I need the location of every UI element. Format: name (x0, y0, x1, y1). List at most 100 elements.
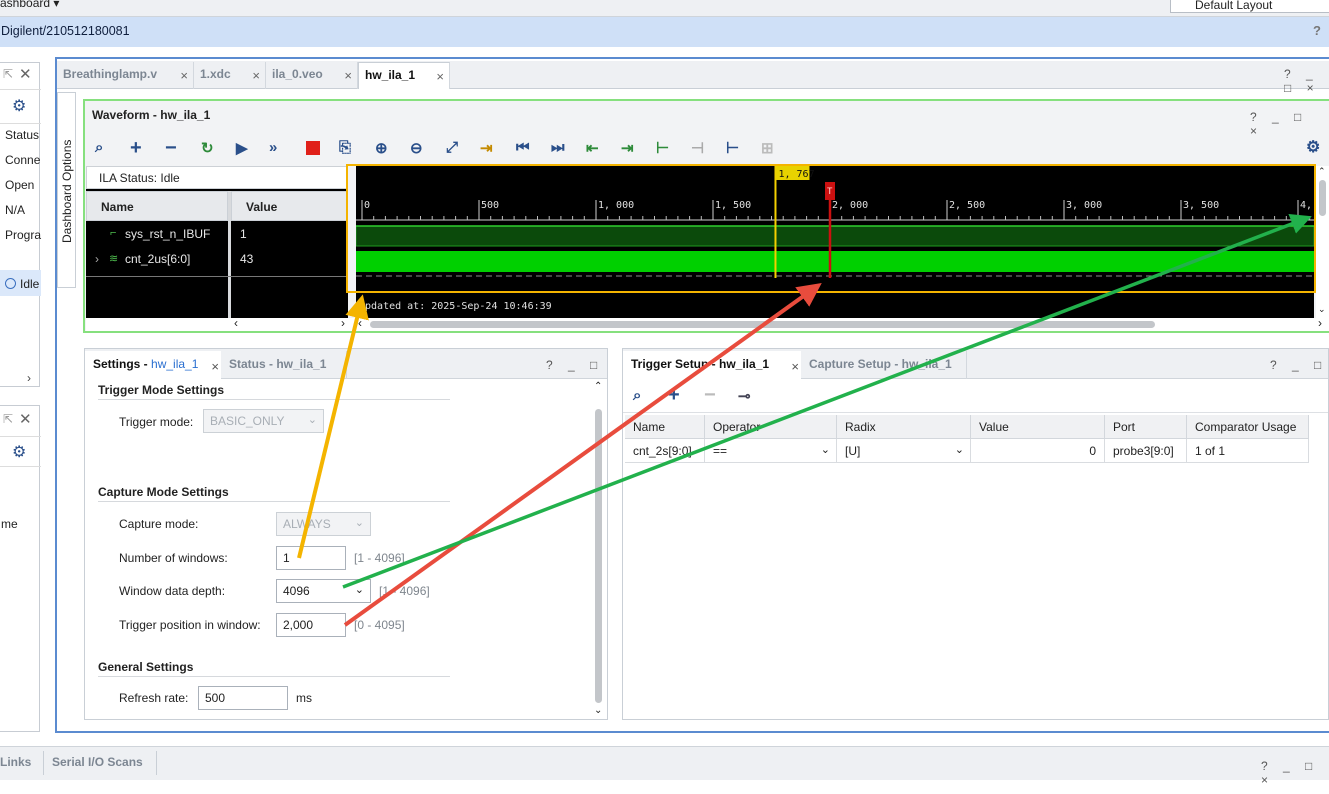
scroll-left-icon[interactable]: ‹ (358, 316, 362, 330)
bit-signal-icon: ⌐ (110, 227, 117, 239)
signal-name[interactable]: sys_rst_n_IBUF (125, 227, 210, 241)
dashboard-options-tab[interactable]: Dashboard Options (57, 92, 76, 288)
column-value[interactable]: Value (971, 415, 1105, 439)
list-item[interactable]: Conne (5, 153, 40, 167)
depth-label: Window data depth: (119, 584, 226, 598)
close-icon[interactable]: × (791, 359, 799, 374)
layout-select[interactable]: Default Layout (1170, 0, 1329, 13)
add-icon[interactable]: + (668, 384, 680, 407)
scroll-up-icon[interactable]: ⌃ (1318, 166, 1326, 177)
windows-label: Number of windows: (119, 551, 228, 565)
add-icon[interactable]: + (130, 137, 142, 160)
v-scroll[interactable]: ⌃ ⌄ (1316, 166, 1329, 318)
h-scroll[interactable]: ‹ › (356, 316, 1329, 331)
value-input[interactable]: 0 (971, 439, 1105, 463)
dashboard-options-label: Dashboard Options (60, 139, 74, 243)
scroll-down-icon[interactable]: ⌄ (1318, 304, 1326, 315)
scroll-right-icon[interactable]: › (27, 371, 31, 385)
next-transition-icon[interactable]: ⇥ (621, 139, 634, 157)
signal-name[interactable]: cnt_2us[6:0] (125, 252, 190, 266)
radix-select[interactable]: [U] ⌄ (837, 439, 971, 463)
tab-capture-setup[interactable]: Capture Setup - hw_ila_1 (801, 351, 967, 379)
cell-port: probe3[9:0] (1105, 439, 1187, 463)
window-controls[interactable]: ? _ □ (1270, 358, 1327, 372)
h-scroll-thumb[interactable] (370, 321, 1155, 328)
go-to-cursor-icon[interactable]: ⇥ (480, 139, 493, 157)
status-idle: Idle (20, 277, 40, 291)
export-icon[interactable]: ⎘ (339, 139, 351, 156)
refresh-rate-input[interactable]: 500 (198, 686, 288, 710)
refresh-rate-unit: ms (296, 691, 312, 705)
signal-value: 1 (240, 227, 247, 241)
column-value[interactable]: Value (231, 191, 348, 221)
refresh-icon[interactable]: ↻ (201, 139, 214, 157)
column-comparator[interactable]: Comparator Usage (1187, 415, 1309, 439)
v-scroll-thumb[interactable] (595, 409, 602, 703)
tab-serial-io-scans[interactable]: Serial I/O Scans (52, 755, 143, 769)
go-to-end-icon[interactable]: ⏭ (551, 139, 565, 156)
list-item[interactable]: Status (5, 128, 39, 142)
signal-value: 43 (240, 252, 254, 266)
scroll-down-icon[interactable]: ⌄ (594, 705, 602, 716)
close-icon[interactable]: ✕ (19, 410, 32, 428)
tab-links[interactable]: Links (0, 755, 31, 769)
column-name[interactable]: Name (86, 191, 228, 221)
remove-icon[interactable]: − (165, 137, 177, 160)
divider (98, 501, 450, 502)
scroll-right-icon[interactable]: › (341, 316, 345, 330)
previous-transition-icon[interactable]: ⇤ (586, 139, 599, 157)
help-icon[interactable]: ? (1313, 23, 1321, 38)
list-item[interactable]: Open (5, 178, 34, 192)
v-scroll-thumb[interactable] (1319, 180, 1326, 216)
divider (98, 399, 450, 400)
gear-icon[interactable]: ⚙ (12, 96, 26, 116)
column-port[interactable]: Port (1105, 415, 1187, 439)
zoom-fit-icon[interactable]: ⤢ (446, 139, 458, 156)
refresh-rate-label: Refresh rate: (119, 691, 189, 705)
go-to-start-icon[interactable]: ⏮ (516, 139, 530, 156)
settings-panel: Settings - hw_ila_1 × Status - hw_ila_1 … (84, 348, 608, 720)
column-name[interactable]: Name (625, 415, 705, 439)
condition-icon[interactable]: ⊸ (738, 387, 751, 405)
window-controls[interactable]: ? _ □ × (1261, 759, 1329, 787)
search-icon[interactable]: ⌕ (95, 139, 103, 156)
run-trigger-icon[interactable]: ▶ (236, 139, 248, 157)
gear-icon[interactable]: ⚙ (12, 442, 26, 462)
dashboard-menu[interactable]: ashboard ▾ (0, 0, 59, 10)
close-icon[interactable]: × (211, 359, 219, 374)
select-value: [U] (845, 444, 861, 458)
list-item[interactable]: Progra (5, 228, 41, 242)
scroll-left-icon[interactable]: ‹ (234, 316, 238, 330)
float-icon[interactable]: ⇱ (3, 412, 13, 426)
tab-trigger-setup[interactable]: Trigger Setup - hw_ila_1 × (623, 351, 801, 379)
h-scroll-left[interactable]: ‹ › (86, 316, 356, 331)
next-marker-icon[interactable]: ⊢ (726, 139, 739, 157)
zoom-out-icon[interactable]: ⊖ (410, 139, 423, 157)
tab-status[interactable]: Status - hw_ila_1 (221, 351, 347, 379)
add-marker-icon[interactable]: ⊢ (656, 139, 669, 157)
windows-input[interactable]: 1 (276, 546, 346, 570)
updated-timestamp: Updated at: 2025-Sep-24 10:46:39 (359, 301, 552, 312)
trigger-mode-section: Trigger Mode Settings (98, 383, 225, 397)
column-operator[interactable]: Operator (705, 415, 837, 439)
tab-settings[interactable]: Settings - hw_ila_1 × (85, 351, 221, 379)
trigger-position-input[interactable]: 2,000 (276, 613, 346, 637)
v-scroll[interactable]: ⌃ ⌄ (592, 381, 606, 719)
stop-icon[interactable] (306, 141, 320, 155)
depth-select[interactable]: 4096 ⌄ (276, 579, 371, 603)
list-item[interactable]: N/A (5, 203, 25, 217)
column-radix[interactable]: Radix (837, 415, 971, 439)
previous-marker-icon: ⊣ (691, 140, 705, 157)
scroll-right-icon[interactable]: › (1318, 316, 1322, 330)
run-immediate-icon[interactable]: » (269, 139, 277, 156)
search-icon[interactable]: ⌕ (633, 387, 641, 404)
zoom-in-icon[interactable]: ⊕ (375, 139, 388, 157)
window-controls[interactable]: ? _ □ (546, 358, 603, 372)
float-icon[interactable]: ⇱ (3, 67, 13, 81)
close-icon[interactable]: ✕ (19, 65, 32, 83)
scroll-up-icon[interactable]: ⌃ (594, 381, 602, 392)
expand-icon[interactable]: › (95, 252, 99, 266)
gear-icon[interactable]: ⚙ (1306, 137, 1320, 157)
operator-select[interactable]: == ⌄ (705, 439, 837, 463)
cell-comparator: 1 of 1 (1187, 439, 1309, 463)
